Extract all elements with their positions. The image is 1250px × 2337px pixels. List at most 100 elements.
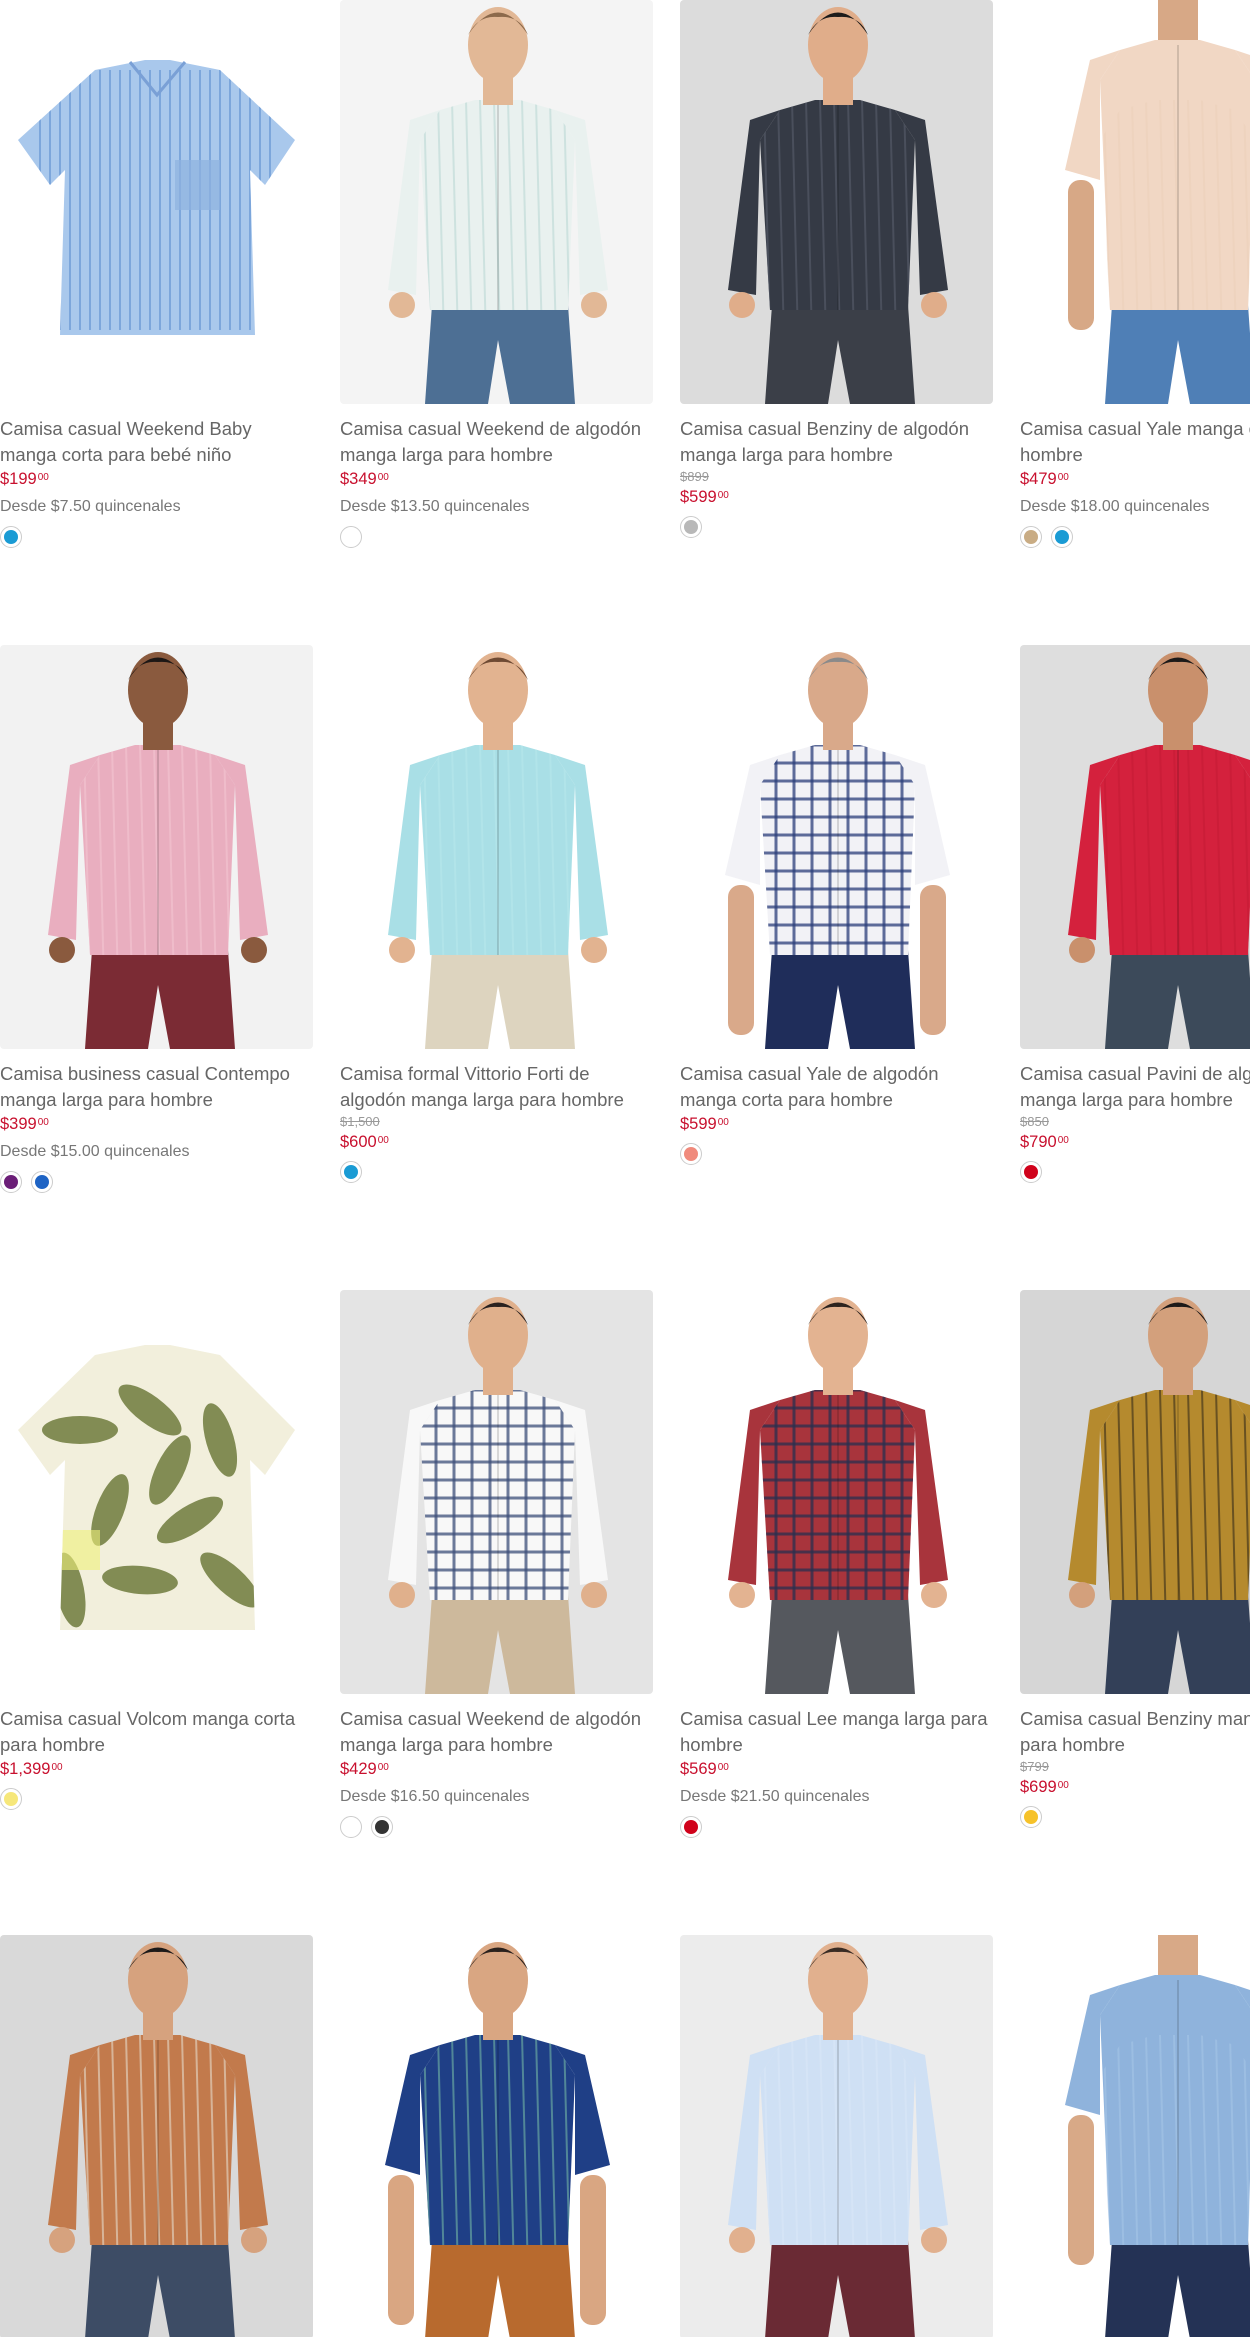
product-title[interactable]: Camisa casual Pavini de algodón manga la… bbox=[1020, 1061, 1250, 1113]
product-card[interactable] bbox=[0, 1935, 313, 2337]
product-title[interactable]: Camisa casual Yale manga corta para homb… bbox=[1020, 416, 1250, 468]
color-swatch[interactable] bbox=[340, 526, 362, 548]
product-card[interactable]: Camisa casual Yale manga corta para homb… bbox=[1020, 0, 1250, 548]
color-swatches bbox=[340, 1816, 653, 1838]
product-card[interactable]: Camisa casual Weekend de algodón manga l… bbox=[340, 1290, 653, 1838]
price-amount: $349 bbox=[340, 470, 377, 488]
installments-text: Desde $16.50 quincenales bbox=[340, 1788, 530, 1805]
color-swatch[interactable] bbox=[1051, 526, 1073, 548]
product-image[interactable] bbox=[340, 1290, 653, 1694]
product-title[interactable]: Camisa casual Volcom manga corta para ho… bbox=[0, 1706, 313, 1758]
product-image[interactable] bbox=[340, 645, 653, 1049]
color-swatch[interactable] bbox=[1020, 1161, 1042, 1183]
installments-text: Desde $13.50 quincenales bbox=[340, 498, 530, 515]
color-swatches bbox=[340, 1161, 653, 1183]
installments-text: Desde $15.00 quincenales bbox=[0, 1143, 190, 1160]
product-price: $47900 bbox=[1020, 468, 1250, 490]
product-card[interactable] bbox=[340, 1935, 653, 2337]
product-title[interactable]: Camisa casual Benziny de algodón manga l… bbox=[680, 416, 993, 468]
product-price: $79000 bbox=[1020, 1131, 1250, 1153]
color-swatch[interactable] bbox=[0, 526, 22, 548]
product-card[interactable]: Camisa casual Pavini de algodón manga la… bbox=[1020, 645, 1250, 1183]
product-image[interactable] bbox=[340, 0, 653, 404]
product-title[interactable]: Camisa casual Weekend Baby manga corta p… bbox=[0, 416, 313, 468]
price-cents: 00 bbox=[37, 1117, 49, 1128]
product-image[interactable] bbox=[680, 645, 993, 1049]
color-swatch[interactable] bbox=[31, 1171, 53, 1193]
product-image[interactable] bbox=[680, 1935, 993, 2337]
installments-text: Desde $21.50 quincenales bbox=[680, 1788, 870, 1805]
color-swatches bbox=[0, 1788, 313, 1810]
price-amount: $1,399 bbox=[0, 1760, 51, 1778]
product-price: $60000 bbox=[340, 1131, 653, 1153]
price-amount: $599 bbox=[680, 488, 717, 506]
product-title[interactable]: Camisa casual Yale de algodón manga cort… bbox=[680, 1061, 993, 1113]
product-price: $39900 bbox=[0, 1113, 313, 1135]
product-card[interactable] bbox=[1020, 1935, 1250, 2337]
product-image[interactable] bbox=[680, 0, 993, 404]
product-image[interactable] bbox=[1020, 1935, 1250, 2337]
price-cents: 00 bbox=[377, 1762, 389, 1773]
product-price: $69900 bbox=[1020, 1776, 1250, 1798]
color-swatch[interactable] bbox=[680, 516, 702, 538]
product-price: $42900 bbox=[340, 1758, 653, 1780]
color-swatch[interactable] bbox=[1020, 526, 1042, 548]
color-swatch[interactable] bbox=[1020, 1806, 1042, 1828]
product-image[interactable] bbox=[0, 645, 313, 1049]
price-cents: 00 bbox=[377, 472, 389, 483]
product-image[interactable] bbox=[1020, 645, 1250, 1049]
product-title[interactable]: Camisa casual Weekend de algodón manga l… bbox=[340, 1706, 653, 1758]
product-title[interactable]: Camisa casual Benziny manga larga para h… bbox=[1020, 1706, 1250, 1758]
product-image[interactable] bbox=[1020, 1290, 1250, 1694]
original-price: $799 bbox=[1020, 1759, 1049, 1774]
product-grid: Camisa casual Weekend Baby manga corta p… bbox=[0, 0, 1250, 2337]
color-swatches bbox=[1020, 526, 1250, 548]
color-swatch[interactable] bbox=[0, 1171, 22, 1193]
product-card[interactable]: Camisa casual Benziny de algodón manga l… bbox=[680, 0, 993, 538]
installments-text: Desde $18.00 quincenales bbox=[1020, 498, 1210, 515]
product-price: $59900 bbox=[680, 486, 993, 508]
product-title[interactable]: Camisa business casual Contempo manga la… bbox=[0, 1061, 313, 1113]
product-price: $1,39900 bbox=[0, 1758, 313, 1780]
product-title[interactable]: Camisa casual Lee manga larga para hombr… bbox=[680, 1706, 993, 1758]
product-image[interactable] bbox=[0, 1935, 313, 2337]
color-swatches bbox=[0, 1171, 313, 1193]
price-amount: $399 bbox=[0, 1115, 37, 1133]
color-swatch[interactable] bbox=[680, 1816, 702, 1838]
price-cents: 00 bbox=[377, 1135, 389, 1146]
product-card[interactable]: Camisa casual Yale de algodón manga cort… bbox=[680, 645, 993, 1165]
product-card[interactable]: Camisa casual Lee manga larga para hombr… bbox=[680, 1290, 993, 1838]
product-card[interactable]: Camisa business casual Contempo manga la… bbox=[0, 645, 313, 1193]
original-price: $1,500 bbox=[340, 1114, 380, 1129]
product-card[interactable]: Camisa casual Weekend de algodón manga l… bbox=[340, 0, 653, 548]
product-image[interactable] bbox=[1020, 0, 1250, 404]
product-card[interactable]: Camisa formal Vittorio Forti de algodón … bbox=[340, 645, 653, 1183]
color-swatches bbox=[1020, 1161, 1250, 1183]
color-swatch[interactable] bbox=[680, 1143, 702, 1165]
product-price: $19900 bbox=[0, 468, 313, 490]
product-image[interactable] bbox=[680, 1290, 993, 1694]
price-cents: 00 bbox=[717, 1762, 729, 1773]
color-swatch[interactable] bbox=[0, 1788, 22, 1810]
price-cents: 00 bbox=[717, 1117, 729, 1128]
color-swatch[interactable] bbox=[340, 1816, 362, 1838]
product-card[interactable]: Camisa casual Weekend Baby manga corta p… bbox=[0, 0, 313, 548]
price-amount: $199 bbox=[0, 470, 37, 488]
color-swatch[interactable] bbox=[371, 1816, 393, 1838]
product-card[interactable] bbox=[680, 1935, 993, 2337]
product-price: $56900 bbox=[680, 1758, 993, 1780]
product-image[interactable] bbox=[340, 1935, 653, 2337]
original-price: $899 bbox=[680, 469, 709, 484]
price-amount: $569 bbox=[680, 1760, 717, 1778]
product-image[interactable] bbox=[0, 1290, 313, 1694]
product-image[interactable] bbox=[0, 0, 313, 404]
price-cents: 00 bbox=[717, 490, 729, 501]
product-card[interactable]: Camisa casual Volcom manga corta para ho… bbox=[0, 1290, 313, 1810]
price-amount: $479 bbox=[1020, 470, 1057, 488]
product-title[interactable]: Camisa casual Weekend de algodón manga l… bbox=[340, 416, 653, 468]
product-card[interactable]: Camisa casual Benziny manga larga para h… bbox=[1020, 1290, 1250, 1828]
product-title[interactable]: Camisa formal Vittorio Forti de algodón … bbox=[340, 1061, 653, 1113]
color-swatch[interactable] bbox=[340, 1161, 362, 1183]
price-cents: 00 bbox=[1057, 1135, 1069, 1146]
color-swatches bbox=[1020, 1806, 1250, 1828]
